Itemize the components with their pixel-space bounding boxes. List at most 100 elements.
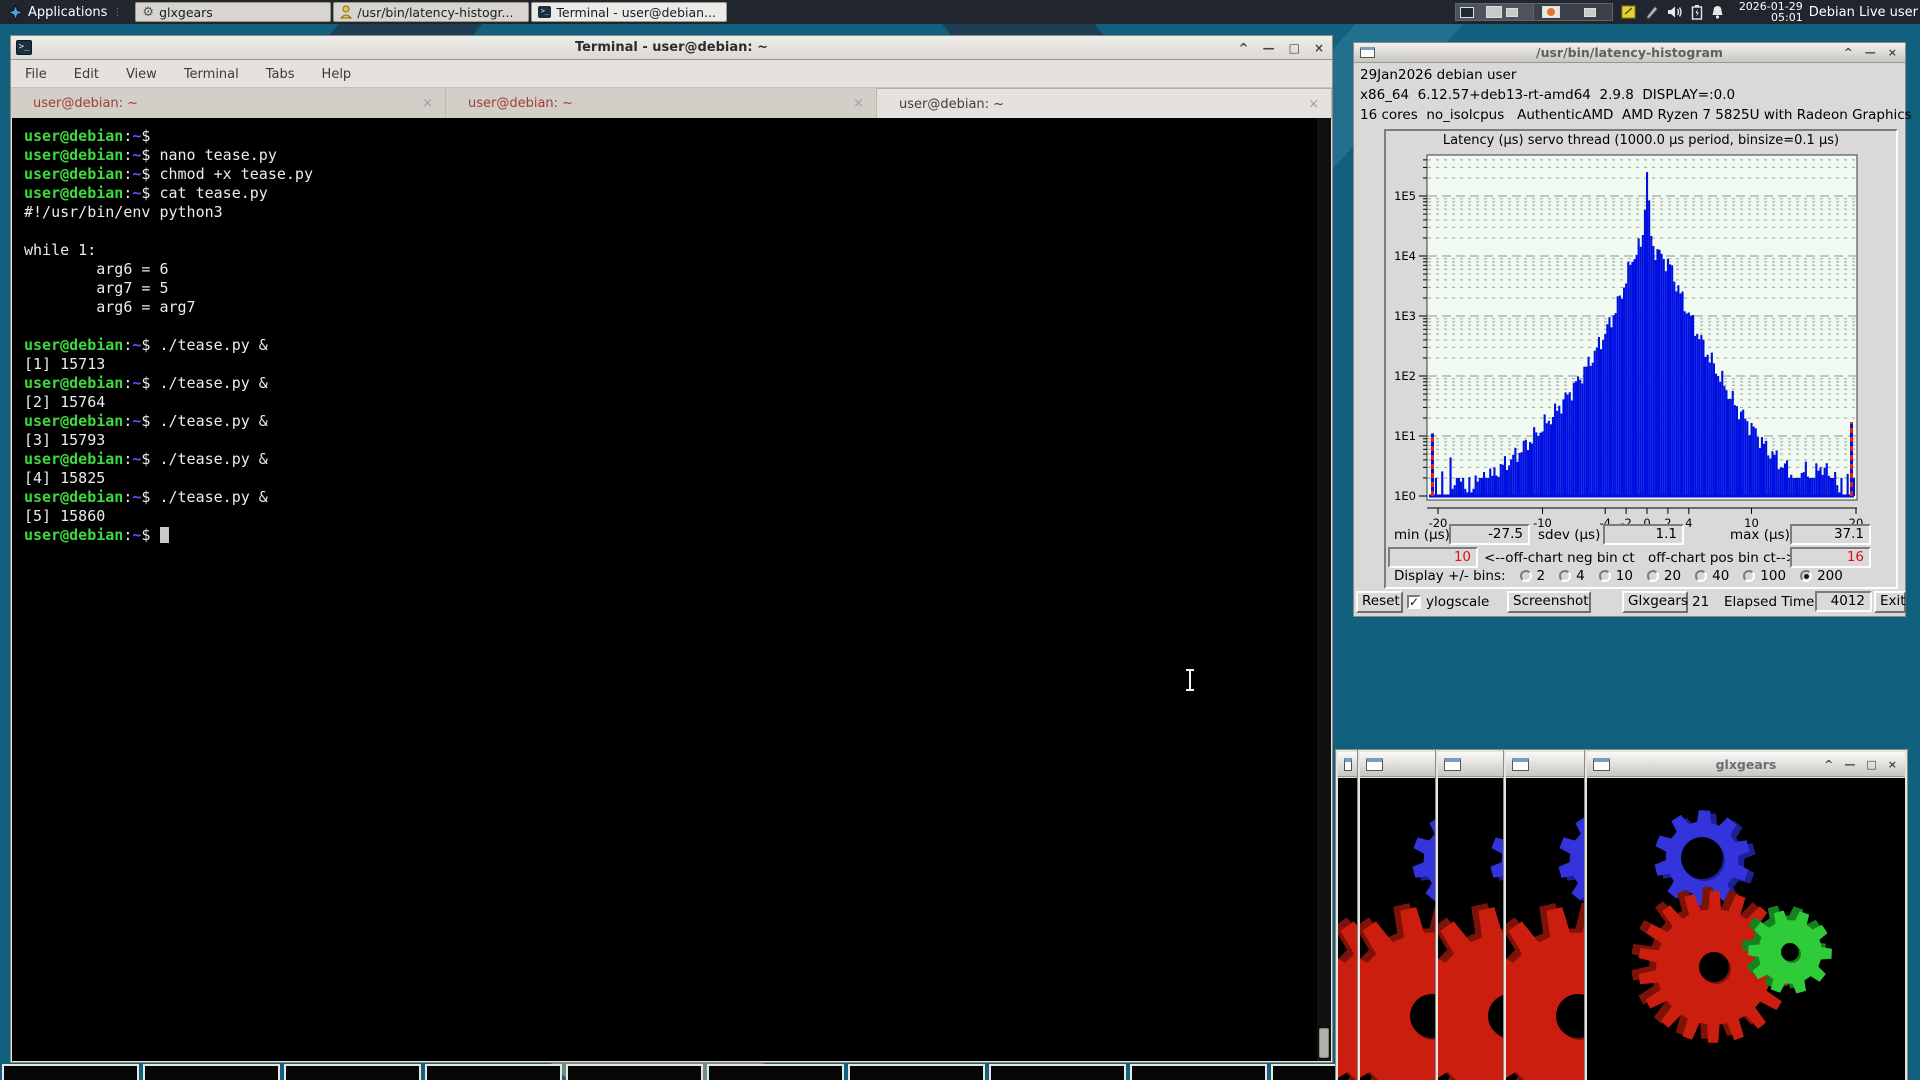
applications-label: Applications — [28, 5, 107, 20]
glxgears-button[interactable]: Glxgears — [1622, 591, 1688, 613]
exit-button[interactable]: Exit — [1874, 591, 1906, 613]
tab-label: user@debian: ~ — [899, 97, 1004, 112]
glxgears-window-behind-3[interactable] — [1436, 750, 1506, 1080]
terminal-tabbar: user@debian: ~ × user@debian: ~ × user@d… — [11, 87, 1332, 118]
tab-1[interactable]: user@debian: ~ × — [11, 88, 446, 119]
menu-edit[interactable]: Edit — [74, 67, 99, 82]
reset-button[interactable]: Reset — [1356, 591, 1403, 613]
mini-window — [1486, 6, 1502, 18]
svg-text:1E3: 1E3 — [1394, 309, 1416, 323]
tab-close-icon[interactable]: × — [422, 96, 433, 111]
battery-icon[interactable] — [1691, 4, 1703, 20]
svg-text:1E0: 1E0 — [1394, 489, 1416, 503]
histogram-titlebar[interactable]: /usr/bin/latency-histogram ^ — × — [1354, 43, 1905, 63]
mini-window — [1584, 8, 1596, 17]
max-label: max (µs) — [1730, 525, 1790, 545]
terminal-line: user@debian:~$ ./tease.py & — [24, 488, 1317, 507]
taskbar-button-latency-histogram[interactable]: /usr/bin/latency-histogr... — [333, 2, 529, 22]
glxgears-window-icon — [1444, 758, 1461, 771]
stylus-icon[interactable] — [1644, 4, 1660, 20]
bins-radio-4[interactable] — [1559, 570, 1571, 582]
latency-histogram-window: /usr/bin/latency-histogram ^ — × 29Jan20… — [1353, 42, 1906, 617]
tab-3-active[interactable]: user@debian: ~ × — [877, 88, 1332, 119]
svg-text:1E4: 1E4 — [1394, 249, 1416, 263]
screenshot-button[interactable]: Screenshot — [1507, 591, 1591, 613]
offscreen-window-top[interactable] — [707, 1064, 844, 1080]
bins-radio-label[interactable]: 2 — [1537, 568, 1546, 584]
glxgears-window-behind-4[interactable] — [1504, 750, 1587, 1080]
bins-radio-40[interactable] — [1695, 570, 1707, 582]
offscreen-window-top[interactable] — [848, 1064, 985, 1080]
offscreen-window-top[interactable] — [284, 1064, 421, 1080]
bins-radio-20[interactable] — [1647, 570, 1659, 582]
tab-label: user@debian: ~ — [33, 96, 138, 111]
bins-radio-label[interactable]: 100 — [1760, 568, 1786, 584]
offscreen-window-top[interactable] — [425, 1064, 562, 1080]
bins-radio-label[interactable]: 40 — [1712, 568, 1729, 584]
glxgears-window-main[interactable]: glxgears ^ — □ × — [1585, 750, 1907, 1080]
bins-radio-200[interactable] — [1800, 570, 1812, 582]
terminal-scrollbar[interactable] — [1317, 118, 1331, 1061]
terminal-line: [5] 15860 — [24, 507, 1317, 526]
offscreen-window-top[interactable] — [1130, 1064, 1267, 1080]
applications-menu-button[interactable]: Applications ⋮ — [0, 0, 134, 24]
terminal-line: user@debian:~$ nano tease.py — [24, 146, 1317, 165]
glxgears-window-icon — [1366, 758, 1383, 771]
workspace-1[interactable] — [1456, 4, 1534, 20]
taskbar-label: glxgears — [159, 5, 213, 20]
scrollbar-thumb[interactable] — [1319, 1028, 1329, 1058]
bins-radio-100[interactable] — [1743, 570, 1755, 582]
glxgears-titlebar[interactable]: glxgears ^ — □ × — [1587, 752, 1905, 777]
terminal-titlebar[interactable]: >_ Terminal - user@debian: ~ ^ — □ × — [11, 36, 1332, 60]
offscreen-window-top[interactable] — [143, 1064, 280, 1080]
glxgears-count: 21 — [1692, 592, 1709, 612]
menu-file[interactable]: File — [25, 67, 47, 82]
taskbar-button-glxgears[interactable]: ⚙ glxgears — [135, 2, 331, 22]
taskbar-button-terminal[interactable]: >_ Terminal - user@debian... — [531, 2, 727, 22]
gear-icon: ⚙ — [142, 5, 154, 20]
bell-icon[interactable] — [1710, 4, 1725, 20]
tab-close-icon[interactable]: × — [1308, 97, 1319, 112]
bins-radio-label[interactable]: 20 — [1664, 568, 1681, 584]
terminal-line — [24, 222, 1317, 241]
menu-terminal[interactable]: Terminal — [184, 67, 239, 82]
notes-icon[interactable] — [1621, 4, 1637, 20]
session-user-label: Debian Live user — [1809, 5, 1918, 20]
tab-2[interactable]: user@debian: ~ × — [446, 88, 877, 119]
tab-close-icon[interactable]: × — [853, 96, 864, 111]
glxgears-viewport — [1338, 778, 1358, 1080]
ylogscale-checkbox[interactable]: ✓ — [1407, 595, 1421, 609]
offscreen-window-top[interactable] — [989, 1064, 1126, 1080]
terminal-line: user@debian:~$ ./tease.py & — [24, 374, 1317, 393]
glxgears-window-behind-1[interactable] — [1336, 750, 1360, 1080]
mini-window-terminal — [1460, 7, 1474, 18]
menu-help[interactable]: Help — [322, 67, 352, 82]
bins-radio-label[interactable]: 4 — [1576, 568, 1585, 584]
panel-handle[interactable]: ⋮ — [112, 7, 122, 18]
bins-radio-2[interactable] — [1520, 570, 1532, 582]
menu-view[interactable]: View — [126, 67, 157, 82]
mini-window-firefox — [1542, 6, 1560, 18]
max-field: 37.1 — [1790, 524, 1871, 545]
display-bins-row: Display +/- bins: 24102040100200 — [1394, 568, 1843, 584]
histogram-window-title: /usr/bin/latency-histogram — [1354, 45, 1905, 60]
terminal-line: user@debian:~$ chmod +x tease.py — [24, 165, 1317, 184]
workspace-pager[interactable] — [1455, 3, 1613, 21]
terminal-content[interactable]: user@debian:~$user@debian:~$ nano tease.… — [12, 118, 1317, 1061]
workspace-2[interactable] — [1534, 4, 1612, 20]
svg-text:1E1: 1E1 — [1394, 429, 1416, 443]
volume-icon[interactable] — [1667, 4, 1684, 20]
bins-radio-label[interactable]: 200 — [1817, 568, 1843, 584]
taskbar-label: Terminal - user@debian... — [556, 5, 716, 20]
panel-clock[interactable]: 2026-01-29 05:01 — [1739, 1, 1803, 23]
offscreen-window-top[interactable] — [2, 1064, 139, 1080]
glxgears-window-behind-2[interactable] — [1358, 750, 1438, 1080]
terminal-line: arg7 = 5 — [24, 279, 1317, 298]
offscreen-window-top[interactable] — [566, 1064, 703, 1080]
bins-radio-label[interactable]: 10 — [1616, 568, 1633, 584]
terminal-line: [3] 15793 — [24, 431, 1317, 450]
info-line-1: 29Jan2026 debian user — [1360, 67, 1516, 83]
menu-tabs[interactable]: Tabs — [266, 67, 295, 82]
offchart-neg-label: <--off-chart neg bin ct — [1484, 548, 1635, 568]
bins-radio-10[interactable] — [1599, 570, 1611, 582]
